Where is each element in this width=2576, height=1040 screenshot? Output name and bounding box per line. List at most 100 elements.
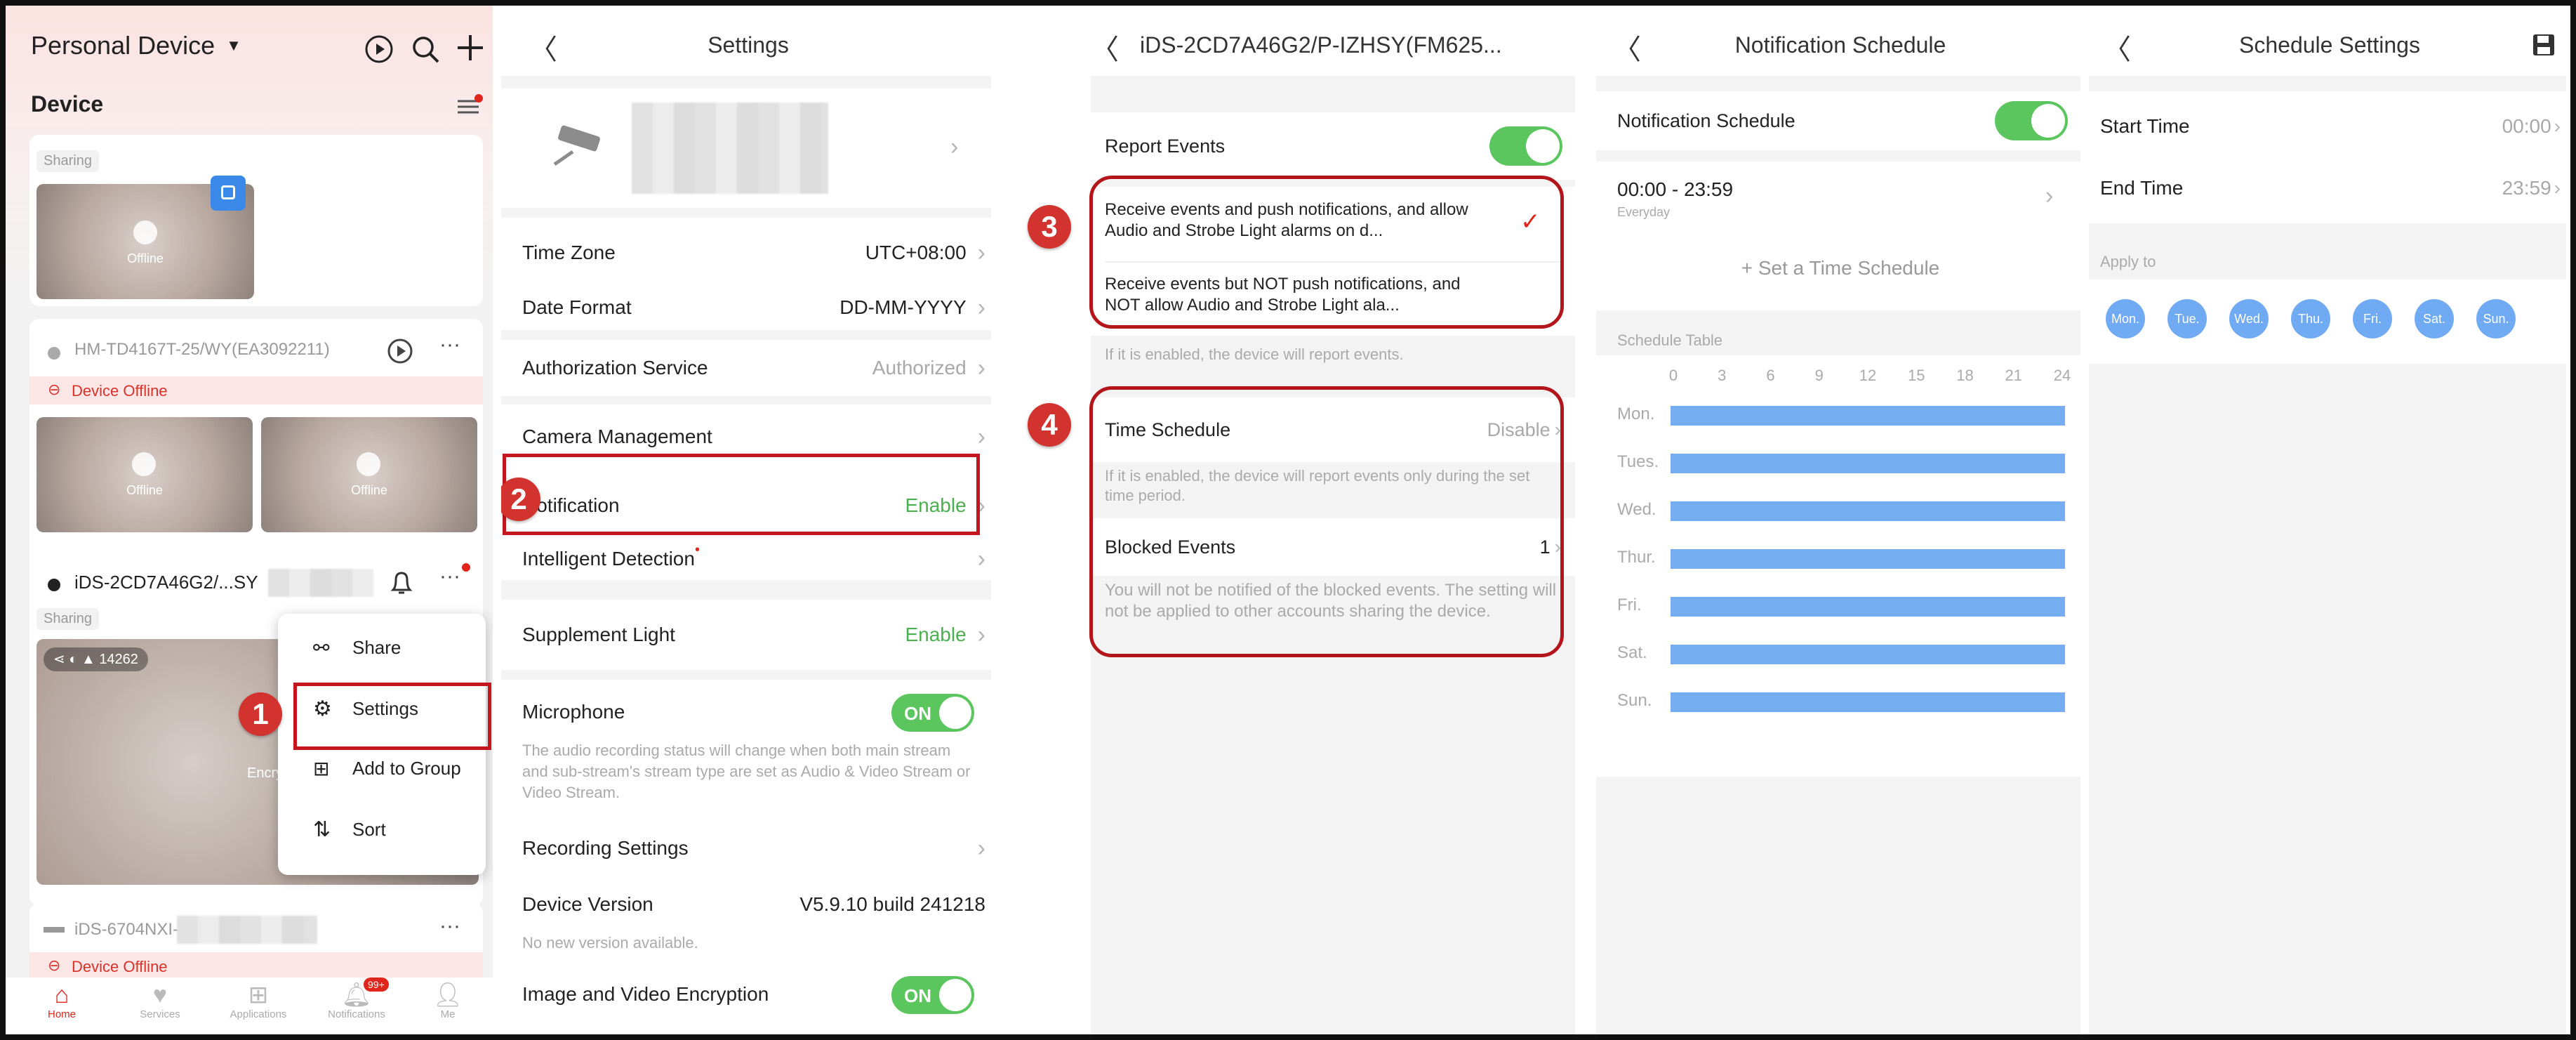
tab-home[interactable]: ⌂ Home bbox=[27, 982, 97, 1020]
schedule-bar[interactable] bbox=[1671, 549, 2065, 569]
day-toggle[interactable]: Sun. bbox=[2476, 299, 2516, 338]
schedule-list: 00:00 - 23:59 Everyday › + Set a Time Sc… bbox=[1596, 162, 2080, 310]
chevron-right-icon: › bbox=[950, 133, 959, 160]
device-info-row[interactable]: › bbox=[501, 88, 991, 208]
offline-icon bbox=[357, 452, 380, 476]
day-toggle[interactable]: Wed. bbox=[2229, 299, 2269, 338]
device-version-row[interactable]: Device Version V5.9.10 build 241218 bbox=[522, 883, 985, 926]
end-time-row[interactable]: End Time 23:59 › bbox=[2100, 160, 2561, 216]
page-title: Notification Schedule bbox=[1734, 32, 1946, 58]
add-icon[interactable] bbox=[455, 32, 486, 63]
device-list-panel: Personal Device ▼ Device Sharing Offline… bbox=[6, 6, 497, 1034]
schedule-table: 0 3 6 9 12 15 18 21 24 Mon. Tues. Wed. Thur. Fri. Sat… bbox=[1596, 355, 2080, 777]
more-icon[interactable]: ··· bbox=[439, 914, 460, 938]
row-value: 23:59 bbox=[2502, 177, 2551, 199]
tab-label: Home bbox=[47, 1008, 76, 1020]
day-toggle[interactable]: Mon. bbox=[2106, 299, 2145, 338]
menu-item-share[interactable]: ⚯ Share bbox=[313, 636, 401, 659]
save-icon[interactable] bbox=[2531, 32, 2556, 58]
person-icon: 👤︎ bbox=[432, 982, 463, 1008]
settings-header: 〈 Settings bbox=[501, 6, 991, 76]
day-toggle[interactable]: Fri. bbox=[2353, 299, 2392, 338]
search-icon[interactable] bbox=[410, 34, 441, 65]
row-label: Date Format bbox=[522, 296, 632, 318]
highlight-box-schedule-blocked bbox=[1089, 386, 1564, 657]
tab-label: Services bbox=[140, 1008, 180, 1020]
offline-label: Offline bbox=[126, 483, 163, 497]
time-range[interactable]: 00:00 - 23:59 bbox=[1617, 178, 1733, 201]
day-toggle[interactable]: Sat. bbox=[2415, 299, 2454, 338]
toggle-label: ON bbox=[904, 703, 931, 724]
schedule-bar[interactable] bbox=[1671, 501, 2065, 521]
offline-banner: ⊖ Device Offline bbox=[29, 952, 483, 980]
intelligent-detection-row[interactable]: Intelligent Detection • › bbox=[522, 534, 985, 584]
tab-label: Notifications bbox=[328, 1008, 385, 1020]
apply-to-label: Apply to bbox=[2100, 253, 2156, 270]
schedule-bar[interactable] bbox=[1671, 406, 2065, 426]
required-dot: • bbox=[694, 542, 700, 558]
day-label: Sun. bbox=[1617, 691, 1652, 710]
tab-me[interactable]: 👤︎ Me bbox=[420, 982, 476, 1020]
schedule-bar[interactable] bbox=[1671, 692, 2065, 712]
row-value: UTC+08:00 bbox=[865, 242, 967, 263]
schedule-bar[interactable] bbox=[1671, 597, 2065, 617]
back-icon[interactable]: 〈 bbox=[1091, 27, 1119, 67]
menu-item-sort[interactable]: ⇅ Sort bbox=[313, 817, 386, 842]
report-note: If it is enabled, the device will report… bbox=[1105, 345, 1404, 363]
step-badge-3: 3 bbox=[1028, 205, 1071, 249]
supplement-light-row[interactable]: Supplement Light Enable › bbox=[522, 614, 985, 656]
share-icon: ⚯ bbox=[313, 637, 330, 659]
sharing-tag: Sharing bbox=[36, 608, 99, 630]
live-status-bar: ⋖ ◐ ▲ 14262 bbox=[44, 647, 148, 671]
camera-icon bbox=[553, 125, 600, 166]
add-schedule-button[interactable]: + Set a Time Schedule bbox=[1596, 257, 2080, 279]
filter-list-icon[interactable] bbox=[455, 94, 483, 118]
row-value: 00:00 bbox=[2502, 115, 2551, 137]
hour-tick-label: 12 bbox=[1859, 367, 1877, 384]
settings-group: Time Zone UTC+08:00 › Date Format DD-MM-YYY… bbox=[501, 218, 991, 330]
apps-grid-icon: ⊞ bbox=[248, 982, 269, 1008]
camera-thumbnail[interactable]: Offline bbox=[36, 417, 253, 532]
authorization-row[interactable]: Authorization Service Authorized › bbox=[501, 340, 991, 396]
report-events-toggle[interactable] bbox=[1489, 126, 1562, 166]
row-value: Authorized bbox=[872, 357, 967, 379]
date-format-row[interactable]: Date Format DD-MM-YYYY › bbox=[522, 287, 985, 329]
row-label: Device Version bbox=[522, 893, 653, 915]
camera-thumbnail[interactable]: Offline bbox=[261, 417, 477, 532]
redacted-text bbox=[268, 569, 373, 597]
more-icon[interactable]: ··· bbox=[439, 565, 460, 588]
tab-services[interactable]: ♥ Services bbox=[125, 982, 195, 1020]
start-time-row[interactable]: Start Time 00:00 › bbox=[2100, 98, 2561, 154]
device-section-title: Device bbox=[31, 91, 104, 117]
timezone-row[interactable]: Time Zone UTC+08:00 › bbox=[522, 232, 985, 274]
schedule-bar[interactable] bbox=[1671, 645, 2065, 664]
more-icon[interactable]: ··· bbox=[439, 333, 460, 357]
tab-applications[interactable]: ⊞ Applications bbox=[216, 982, 300, 1020]
day-toggle[interactable]: Tue. bbox=[2167, 299, 2207, 338]
camera-thumbnail[interactable]: Offline bbox=[36, 176, 254, 299]
schedule-bar[interactable] bbox=[1671, 454, 2065, 473]
status-text: Device Offline bbox=[72, 382, 168, 400]
device-name: iDS-6704NXI- bbox=[74, 920, 179, 939]
device-card[interactable]: Sharing Offline bbox=[29, 135, 483, 306]
microphone-toggle[interactable]: ON bbox=[891, 694, 974, 732]
hour-tick-label: 18 bbox=[1956, 367, 1974, 384]
day-toggle[interactable]: Thu. bbox=[2291, 299, 2330, 338]
playback-icon[interactable] bbox=[364, 34, 394, 65]
encryption-toggle[interactable]: ON bbox=[891, 976, 974, 1014]
divider bbox=[501, 670, 991, 680]
account-dropdown[interactable]: Personal Device ▼ bbox=[31, 31, 241, 60]
notification-schedule-toggle[interactable] bbox=[1995, 101, 2068, 140]
day-label: Tues. bbox=[1617, 452, 1659, 471]
tab-notifications[interactable]: 🔔︎ Notifications 99+ bbox=[307, 978, 406, 1020]
toggle-label: ON bbox=[904, 985, 931, 1006]
highlight-box-event-options bbox=[1089, 176, 1564, 329]
menu-item-add-to-group[interactable]: ⊞ Add to Group bbox=[313, 757, 461, 780]
viewer-count: 14262 bbox=[99, 652, 138, 667]
device-card[interactable]: HM-TD4167T-25/WY(EA3092211) ··· ⊖ Device… bbox=[29, 319, 483, 572]
bell-icon[interactable] bbox=[387, 567, 416, 598]
device-card[interactable]: iDS-6704NXI- ··· ⊖ Device Offline bbox=[29, 903, 483, 980]
home-icon: ⌂ bbox=[54, 982, 69, 1008]
recording-settings-row[interactable]: Recording Settings › bbox=[522, 827, 985, 869]
play-icon[interactable] bbox=[386, 337, 414, 365]
